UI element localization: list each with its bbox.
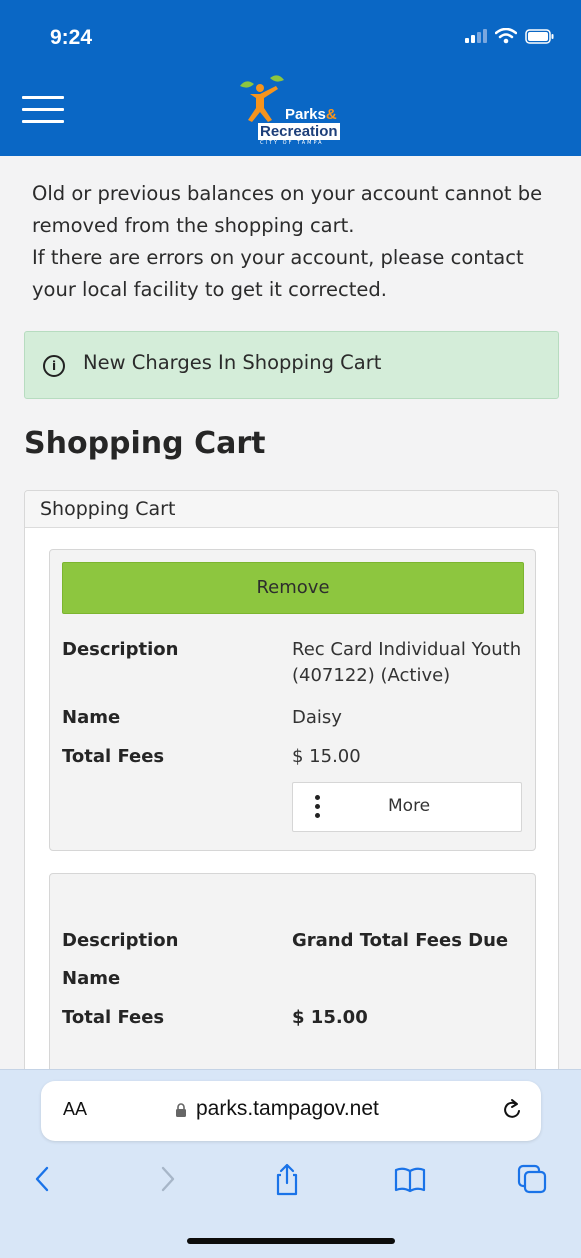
browser-chrome: AA parks.tampagov.net	[0, 1069, 581, 1258]
balance-notice: Old or previous balances on your account…	[32, 178, 552, 306]
total-fees-label: Total Fees	[62, 746, 165, 767]
description-label: Description	[62, 639, 179, 660]
lock-icon	[176, 1103, 186, 1117]
summary-name-label: Name	[62, 968, 121, 989]
status-bar: 9:24	[0, 0, 581, 70]
menu-line	[22, 108, 64, 111]
total-fees-value: $ 15.00	[292, 746, 361, 767]
info-circle-icon: i	[43, 355, 65, 377]
name-value: Daisy	[292, 707, 342, 728]
more-button[interactable]: More	[292, 782, 522, 832]
new-charges-alert: i New Charges In Shopping Cart	[24, 331, 559, 399]
description-value: Rec Card Individual Youth (407122) (Acti…	[292, 639, 522, 686]
summary-description-label: Description	[62, 930, 179, 951]
logo-parks-text: Parks&	[285, 106, 337, 123]
more-vertical-icon	[315, 795, 321, 822]
bookmarks-icon[interactable]	[393, 1162, 427, 1196]
parks-recreation-logo[interactable]: Parks& Recreation CITY OF TAMPA	[230, 74, 350, 152]
url-text[interactable]: parks.tampagov.net	[196, 1097, 379, 1121]
summary-total-fees-value: $ 15.00	[292, 1007, 368, 1028]
cart-item-card: Remove Description Rec Card Individual Y…	[49, 549, 536, 851]
alert-text: New Charges In Shopping Cart	[83, 351, 382, 374]
more-label: More	[388, 796, 431, 816]
back-icon[interactable]	[26, 1162, 60, 1196]
summary-description-value: Grand Total Fees Due	[292, 930, 509, 951]
address-bar[interactable]: AA parks.tampagov.net	[41, 1081, 541, 1141]
logo-figure-icon	[240, 75, 284, 122]
menu-line	[22, 120, 64, 123]
menu-button[interactable]	[22, 96, 64, 126]
summary-total-fees-label: Total Fees	[62, 1007, 165, 1028]
notice-line-1: Old or previous balances on your account…	[32, 182, 543, 237]
status-time: 9:24	[50, 26, 93, 49]
status-icons	[465, 28, 555, 44]
share-icon[interactable]	[270, 1162, 304, 1196]
reload-icon[interactable]	[499, 1097, 525, 1123]
signal-icon	[465, 29, 487, 43]
panel-header: Shopping Cart	[25, 491, 558, 528]
remove-button[interactable]: Remove	[62, 562, 524, 614]
menu-line	[22, 96, 64, 99]
logo-city-text: CITY OF TAMPA	[260, 140, 324, 146]
battery-icon	[525, 28, 554, 44]
notice-line-2: If there are errors on your account, ple…	[32, 246, 524, 301]
panel-title: Shopping Cart	[40, 498, 176, 520]
app-header: 9:24 Parks& Recreation CITY OF TAMPA	[0, 0, 581, 156]
name-label: Name	[62, 707, 121, 728]
tabs-icon[interactable]	[515, 1162, 549, 1196]
text-size-button[interactable]: AA	[63, 1099, 87, 1120]
page-title: Shopping Cart	[24, 426, 266, 461]
browser-toolbar	[0, 1158, 581, 1208]
home-indicator	[187, 1238, 395, 1244]
wifi-icon	[495, 28, 517, 44]
forward-icon[interactable]	[150, 1162, 184, 1196]
logo-recreation-text: Recreation	[258, 123, 340, 140]
